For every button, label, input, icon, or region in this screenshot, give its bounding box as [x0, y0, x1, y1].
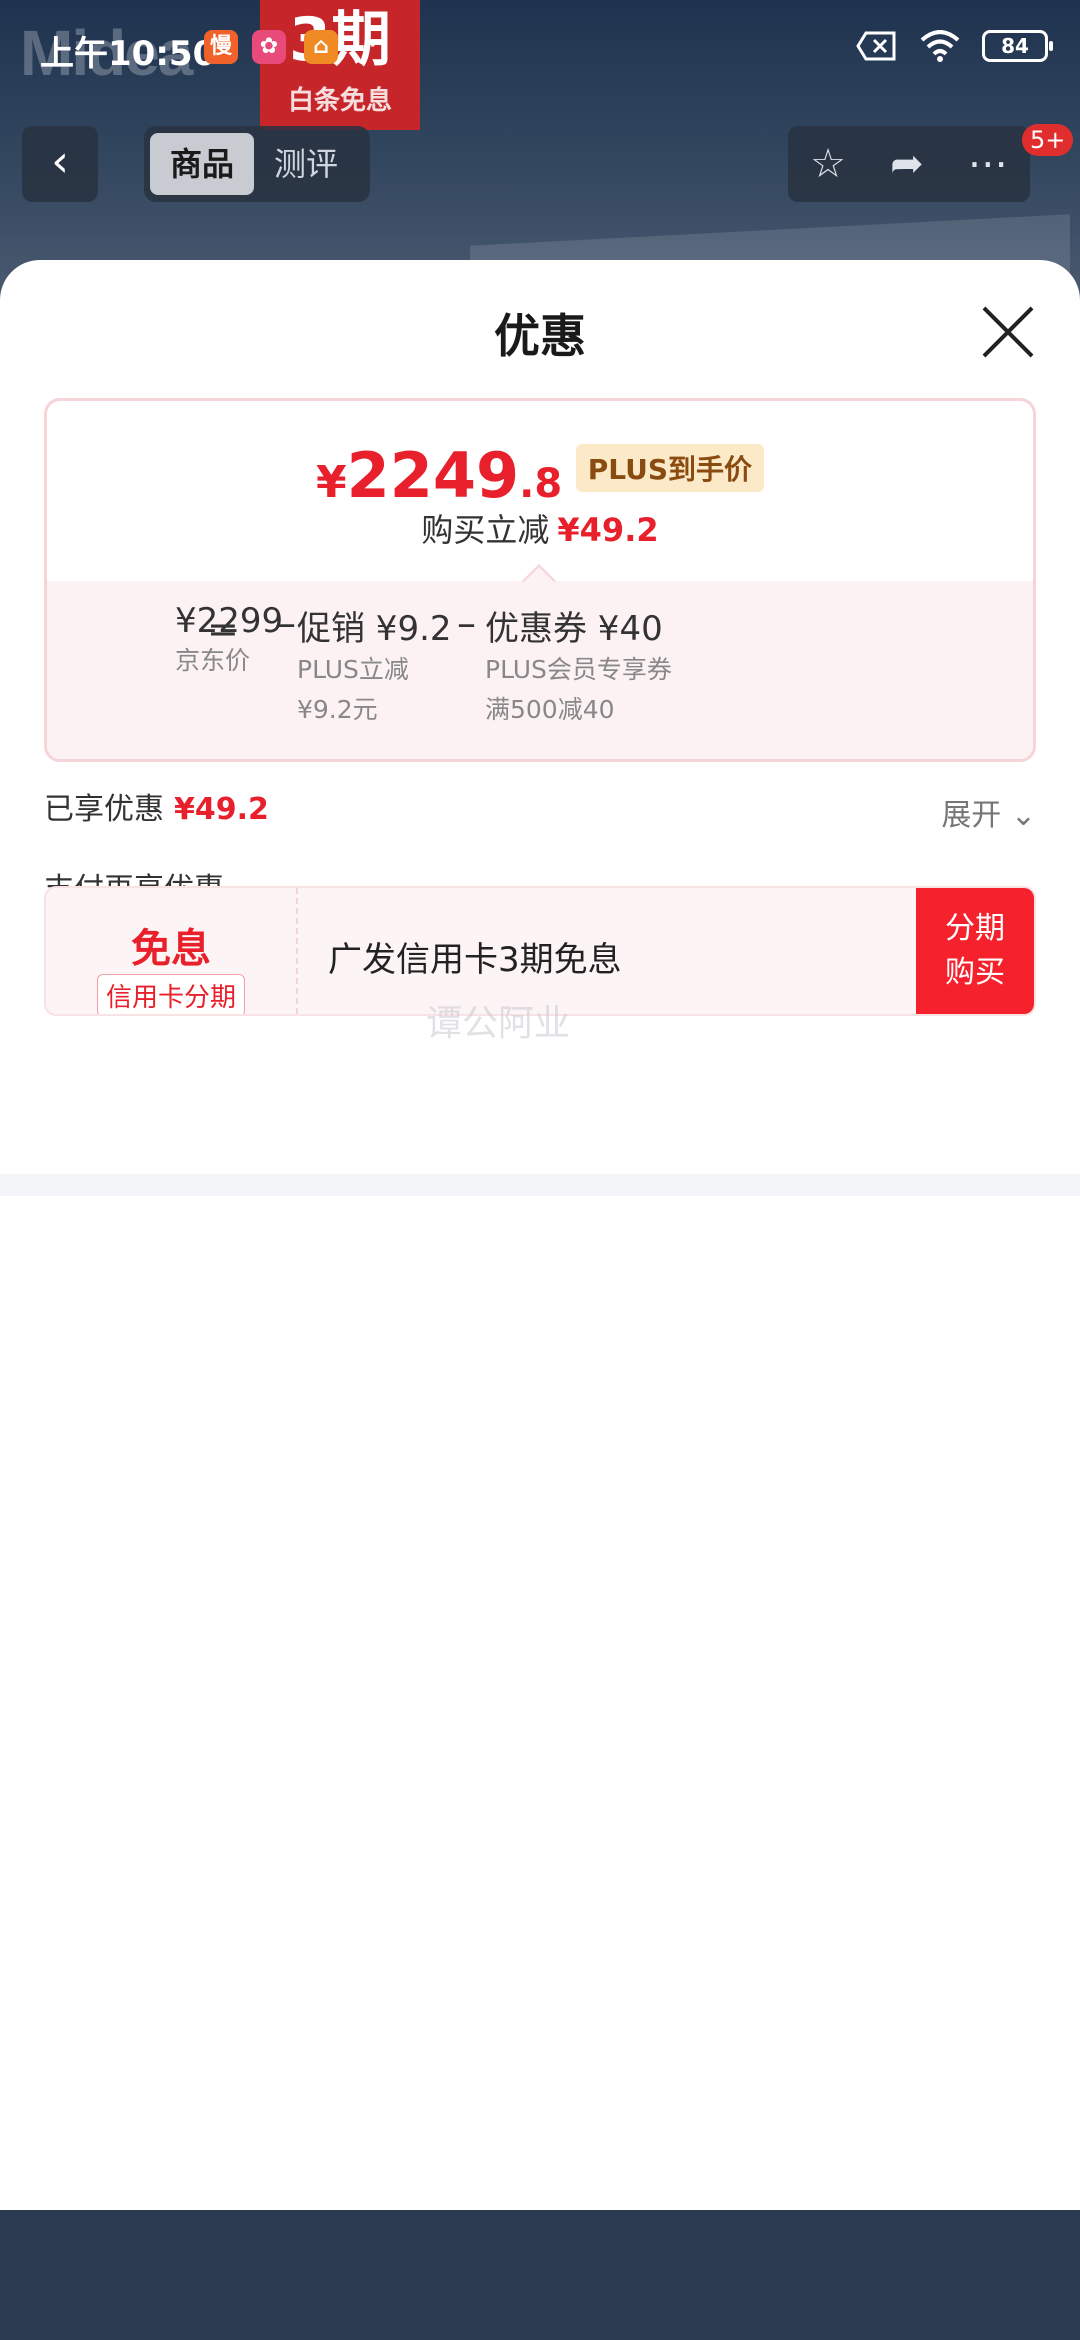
final-price: ¥2249.8 PLUS到手价 [47, 439, 1033, 512]
sim-off-icon [856, 31, 896, 61]
installment-title: 免息 [131, 926, 211, 972]
installment-badge: 免息 信用卡分期 [46, 888, 298, 1014]
discount-sheet: 优惠 ¥2249.8 PLUS到手价 购买立减 ¥49.2 = ¥2299 京东价… [0, 260, 1080, 2210]
share-icon[interactable]: ➦ [890, 141, 924, 187]
back-button[interactable]: ‹ [22, 126, 98, 202]
breakdown-sub: PLUS会员专享券 [485, 655, 672, 684]
notification-badge: 5+ [1022, 124, 1074, 156]
button-line: 购买 [945, 955, 1005, 990]
minus-sign: – [277, 601, 296, 645]
breakdown-item-coupon: 优惠券 ¥40 PLUS会员专享券 满500减40 [485, 601, 672, 730]
breakdown-value: 促销 ¥9.2 [297, 609, 452, 649]
status-bar: 上午10:50 慢 ✿ ⌂ · 84 [0, 0, 1080, 96]
notification-app-icon: ⌂ [304, 30, 338, 64]
price-integer: 2249 [346, 439, 520, 512]
notification-app-icon: ✿ [252, 30, 286, 64]
installment-text: 广发信用卡3期免息 [328, 940, 622, 980]
product-tabs: 商品 测评 [144, 126, 370, 202]
price-decimal: .8 [519, 461, 563, 507]
wifi-icon [920, 30, 960, 62]
price-summary-card: ¥2249.8 PLUS到手价 购买立减 ¥49.2 = ¥2299 京东价 – … [44, 398, 1036, 762]
breakdown-sub: PLUS立减 [297, 655, 409, 684]
status-time: 上午10:50 [40, 34, 217, 74]
installment-tag: 信用卡分期 [96, 974, 245, 1014]
reduce-label: 购买立减 [421, 511, 550, 549]
plus-price-tag: PLUS到手价 [575, 444, 765, 492]
watermark: 谭公阿业 [426, 1003, 571, 1044]
battery-icon: 84 [982, 30, 1053, 62]
installment-buy-button[interactable]: 分期 购买 [916, 888, 1034, 1014]
breakdown-item-jd-price: ¥2299 京东价 [175, 601, 283, 681]
notification-app-icon: 慢 [204, 30, 238, 64]
sheet-title: 优惠 [494, 309, 586, 363]
chevron-down-icon: ⌄ [1010, 798, 1036, 833]
product-nav: ‹ 商品 测评 ☆ ➦ ⋯ [0, 126, 1080, 206]
expand-label: 展开 [941, 798, 1002, 833]
tab-product[interactable]: 商品 [150, 133, 254, 195]
enjoyed-value: ¥49.2 [174, 792, 269, 827]
favorite-star-icon[interactable]: ☆ [810, 141, 846, 187]
tab-review[interactable]: 测评 [254, 133, 358, 195]
header-actions: ☆ ➦ ⋯ [788, 126, 1030, 202]
reduce-line: 购买立减 ¥49.2 [47, 505, 1033, 551]
status-icons: 84 [856, 30, 1053, 62]
breakdown-sub: 京东价 [175, 646, 251, 675]
breakdown-sub2: ¥9.2元 [297, 695, 378, 724]
reduce-value: ¥49.2 [557, 511, 659, 549]
close-icon[interactable] [980, 304, 1036, 360]
section-divider [0, 1174, 1080, 1196]
breakdown-value: 优惠券 ¥40 [485, 609, 663, 649]
more-notifications-dot: · [368, 28, 378, 63]
more-menu-icon[interactable]: ⋯ [968, 141, 1008, 187]
button-line: 分期 [945, 911, 1005, 946]
price-currency: ¥ [315, 457, 347, 508]
expand-toggle[interactable]: 展开 ⌄ [941, 790, 1036, 834]
minus-sign: – [457, 601, 476, 645]
enjoyed-discount: 已享优惠 ¥49.2 [44, 784, 269, 828]
enjoyed-label: 已享优惠 [44, 792, 164, 827]
breakdown-sub2: 满500减40 [485, 695, 615, 724]
breakdown-value: ¥2299 [175, 601, 284, 641]
breakdown-item-promo: 促销 ¥9.2 PLUS立减 ¥9.2元 [297, 601, 452, 730]
